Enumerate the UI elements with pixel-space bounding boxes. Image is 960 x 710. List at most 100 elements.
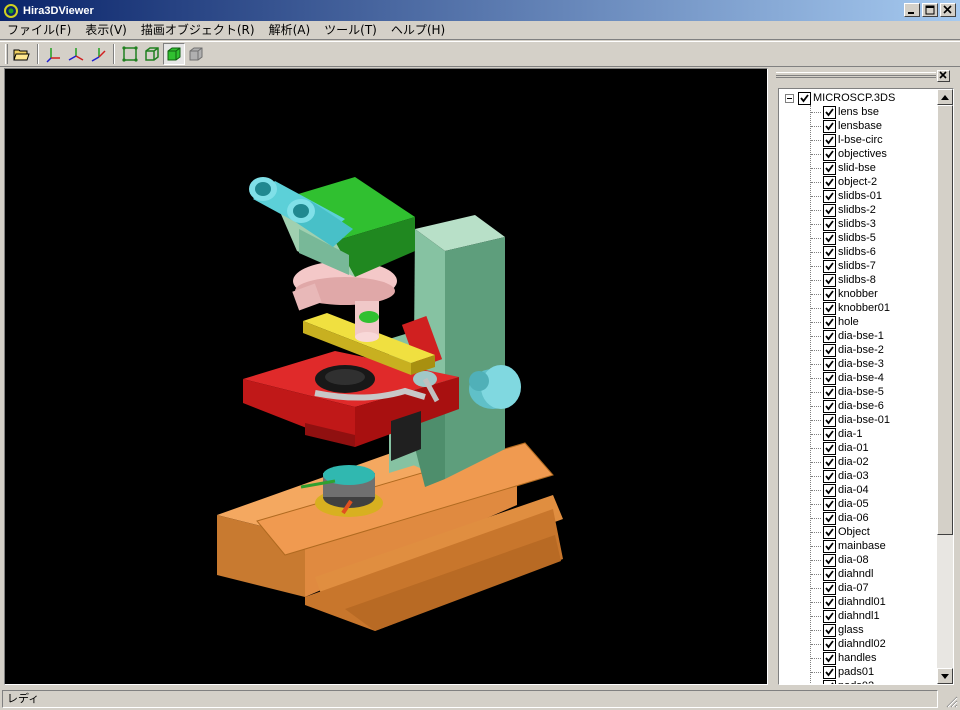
checkbox[interactable]: [823, 273, 836, 287]
checkbox[interactable]: [823, 427, 836, 441]
checkbox[interactable]: [823, 343, 836, 357]
tree-item[interactable]: dia-06: [811, 511, 869, 525]
checkbox[interactable]: [823, 133, 836, 147]
tree-item[interactable]: dia-03: [811, 469, 869, 483]
checkbox[interactable]: [823, 301, 836, 315]
tree-item[interactable]: slidbs-01: [811, 189, 882, 203]
checkbox[interactable]: [823, 623, 836, 637]
checkbox[interactable]: [823, 651, 836, 665]
tree-item[interactable]: slid-bse: [811, 161, 876, 175]
tree-item[interactable]: object-2: [811, 175, 877, 189]
checkbox[interactable]: [823, 511, 836, 525]
solid-box-button[interactable]: [163, 43, 185, 65]
tree-item[interactable]: lens bse: [811, 105, 879, 119]
tree-item[interactable]: mainbase: [811, 539, 886, 553]
object-tree[interactable]: MICROSCP.3DS lens bse lensbase l-bse-circ o…: [778, 88, 954, 685]
checkbox[interactable]: [823, 245, 836, 259]
tree-item[interactable]: slidbs-3: [811, 217, 876, 231]
checkbox[interactable]: [823, 203, 836, 217]
checkbox[interactable]: [823, 105, 836, 119]
checkbox[interactable]: [823, 175, 836, 189]
checkbox[interactable]: [823, 567, 836, 581]
checkbox[interactable]: [823, 469, 836, 483]
tree-item[interactable]: diahndl02: [811, 637, 886, 651]
checkbox[interactable]: [823, 581, 836, 595]
checkbox[interactable]: [823, 231, 836, 245]
menu-view[interactable]: 表示(V): [78, 21, 134, 39]
checkbox[interactable]: [823, 385, 836, 399]
tree-item[interactable]: dia-04: [811, 483, 869, 497]
checkbox[interactable]: [823, 161, 836, 175]
tree-item[interactable]: Object: [811, 525, 870, 539]
tree-item[interactable]: dia-bse-4: [811, 371, 884, 385]
checkbox[interactable]: [823, 119, 836, 133]
tree-item[interactable]: dia-08: [811, 553, 869, 567]
tree-root[interactable]: MICROSCP.3DS: [781, 91, 895, 105]
axis-xyz-button[interactable]: [43, 43, 65, 65]
tree-item[interactable]: dia-07: [811, 581, 869, 595]
tree-item[interactable]: dia-bse-1: [811, 329, 884, 343]
checkbox[interactable]: [823, 497, 836, 511]
tree-item[interactable]: dia-05: [811, 497, 869, 511]
tree-item[interactable]: objectives: [811, 147, 887, 161]
checkbox[interactable]: [823, 189, 836, 203]
tree-item[interactable]: hole: [811, 315, 859, 329]
wire-frame-button[interactable]: [119, 43, 141, 65]
tree-item[interactable]: dia-1: [811, 427, 862, 441]
tree-item[interactable]: dia-bse-01: [811, 413, 890, 427]
checkbox[interactable]: [823, 329, 836, 343]
checkbox[interactable]: [823, 609, 836, 623]
checkbox[interactable]: [823, 595, 836, 609]
open-button[interactable]: [11, 43, 33, 65]
tree-item[interactable]: glass: [811, 623, 864, 637]
tree-item[interactable]: lensbase: [811, 119, 882, 133]
checkbox[interactable]: [823, 525, 836, 539]
minimize-button[interactable]: [904, 3, 920, 17]
checkbox[interactable]: [823, 441, 836, 455]
menu-tools[interactable]: ツール(T): [317, 21, 384, 39]
checkbox[interactable]: [823, 553, 836, 567]
tree-item[interactable]: handles: [811, 651, 877, 665]
checkbox[interactable]: [823, 147, 836, 161]
checkbox[interactable]: [823, 259, 836, 273]
maximize-button[interactable]: [922, 3, 938, 17]
collapse-icon[interactable]: [785, 93, 794, 103]
scroll-down-button[interactable]: [937, 668, 953, 684]
tree-item[interactable]: pads02: [811, 679, 874, 684]
tree-item[interactable]: dia-02: [811, 455, 869, 469]
tree-item[interactable]: slidbs-6: [811, 245, 876, 259]
checkbox[interactable]: [823, 539, 836, 553]
checkbox[interactable]: [823, 399, 836, 413]
menu-draw-objects[interactable]: 描画オブジェクト(R): [134, 21, 262, 39]
hidden-box-button[interactable]: [185, 43, 207, 65]
scroll-up-button[interactable]: [937, 89, 953, 105]
tree-item[interactable]: slidbs-8: [811, 273, 876, 287]
tree-item[interactable]: dia-bse-5: [811, 385, 884, 399]
tree-item[interactable]: diahndl: [811, 567, 873, 581]
tree-item[interactable]: dia-bse-2: [811, 343, 884, 357]
tree-item[interactable]: dia-bse-6: [811, 399, 884, 413]
toolbar-grip[interactable]: [5, 44, 8, 64]
checkbox[interactable]: [798, 91, 811, 105]
tree-item[interactable]: l-bse-circ: [811, 133, 883, 147]
tree-scrollbar[interactable]: [937, 89, 953, 684]
menu-analysis[interactable]: 解析(A): [262, 21, 318, 39]
tree-item[interactable]: knobber: [811, 287, 878, 301]
tree-item[interactable]: pads01: [811, 665, 874, 679]
checkbox[interactable]: [823, 357, 836, 371]
checkbox[interactable]: [823, 637, 836, 651]
scroll-thumb[interactable]: [937, 105, 953, 535]
outline-box-button[interactable]: [141, 43, 163, 65]
checkbox[interactable]: [823, 371, 836, 385]
checkbox[interactable]: [823, 413, 836, 427]
panel-close-button[interactable]: [937, 70, 950, 82]
tree-item[interactable]: dia-bse-3: [811, 357, 884, 371]
checkbox[interactable]: [823, 665, 836, 679]
checkbox[interactable]: [823, 483, 836, 497]
checkbox[interactable]: [823, 679, 836, 684]
axis-xy-button[interactable]: [65, 43, 87, 65]
menu-file[interactable]: ファイル(F): [0, 21, 78, 39]
tree-item[interactable]: diahndl1: [811, 609, 880, 623]
tree-item[interactable]: slidbs-5: [811, 231, 876, 245]
checkbox[interactable]: [823, 455, 836, 469]
